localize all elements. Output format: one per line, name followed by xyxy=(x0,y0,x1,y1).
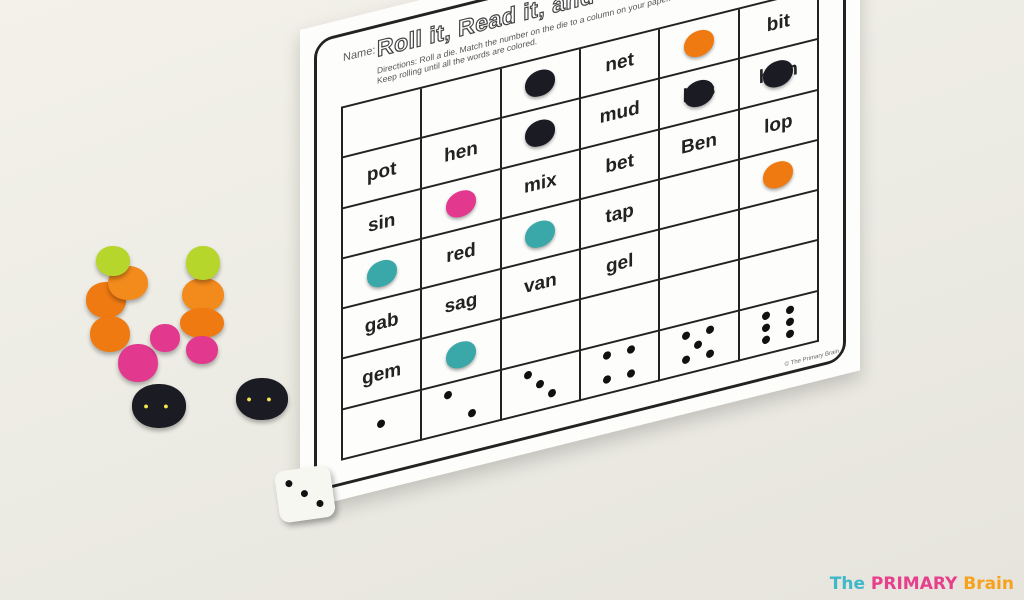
skull-token xyxy=(445,337,476,372)
die-face-icon xyxy=(682,325,715,366)
word-label: net xyxy=(605,48,634,77)
cat-token xyxy=(683,77,714,111)
brand-logo: The PRIMARY Brain xyxy=(829,574,1014,594)
word-label: gem xyxy=(362,358,402,390)
spider-token xyxy=(366,256,397,291)
word-label: tap xyxy=(605,199,634,228)
name-label: Name: xyxy=(343,44,376,65)
pumpkin-token xyxy=(683,26,714,61)
copyright-text: © The Primary Brain xyxy=(784,348,839,369)
skull-eraser xyxy=(118,344,158,382)
cat-eyes-icon: ● ● xyxy=(143,401,175,411)
word-label: bet xyxy=(605,149,634,178)
spider-eraser xyxy=(186,336,218,364)
bat-eraser xyxy=(96,246,130,276)
die-face-icon xyxy=(365,404,398,445)
pumpkin-token xyxy=(763,157,794,192)
cat-eyes-icon: ● ● xyxy=(246,394,278,404)
pumpkin-eraser xyxy=(182,278,224,312)
pumpkin-eraser xyxy=(180,308,224,338)
bat-eraser xyxy=(150,324,180,352)
word-label: Ben xyxy=(681,128,717,159)
word-label: hen xyxy=(444,138,478,168)
cat-token xyxy=(763,57,794,91)
spider-token xyxy=(525,217,556,251)
word-label: gab xyxy=(364,308,399,339)
word-label: sag xyxy=(444,289,478,319)
word-label: mud xyxy=(599,97,640,129)
word-label: lop xyxy=(764,109,793,138)
die-face-icon xyxy=(603,344,636,386)
worksheet-border: Name: Roll it, Read it, and Color it 52 … xyxy=(314,0,846,493)
pumpkin-eraser xyxy=(90,316,130,352)
word-label: van xyxy=(523,269,557,299)
die-face-icon xyxy=(761,305,795,346)
cat-token xyxy=(525,66,556,100)
word-label: sin xyxy=(367,208,396,237)
worksheet-paper: Name: Roll it, Read it, and Color it 52 … xyxy=(300,0,860,510)
word-label: pot xyxy=(366,158,397,187)
cat-token xyxy=(525,116,556,151)
word-label: mix xyxy=(523,168,557,198)
die-face-icon xyxy=(523,364,557,405)
six-sided-die xyxy=(273,464,337,524)
spider-token xyxy=(445,186,476,221)
skull-eraser xyxy=(186,246,220,280)
word-label: bit xyxy=(766,9,790,37)
word-label: gel xyxy=(605,250,634,279)
cat-eraser: ● ● xyxy=(132,384,186,428)
word-label: red xyxy=(446,239,476,268)
cat-eraser: ● ● xyxy=(236,378,288,420)
die-face-icon xyxy=(444,384,477,425)
